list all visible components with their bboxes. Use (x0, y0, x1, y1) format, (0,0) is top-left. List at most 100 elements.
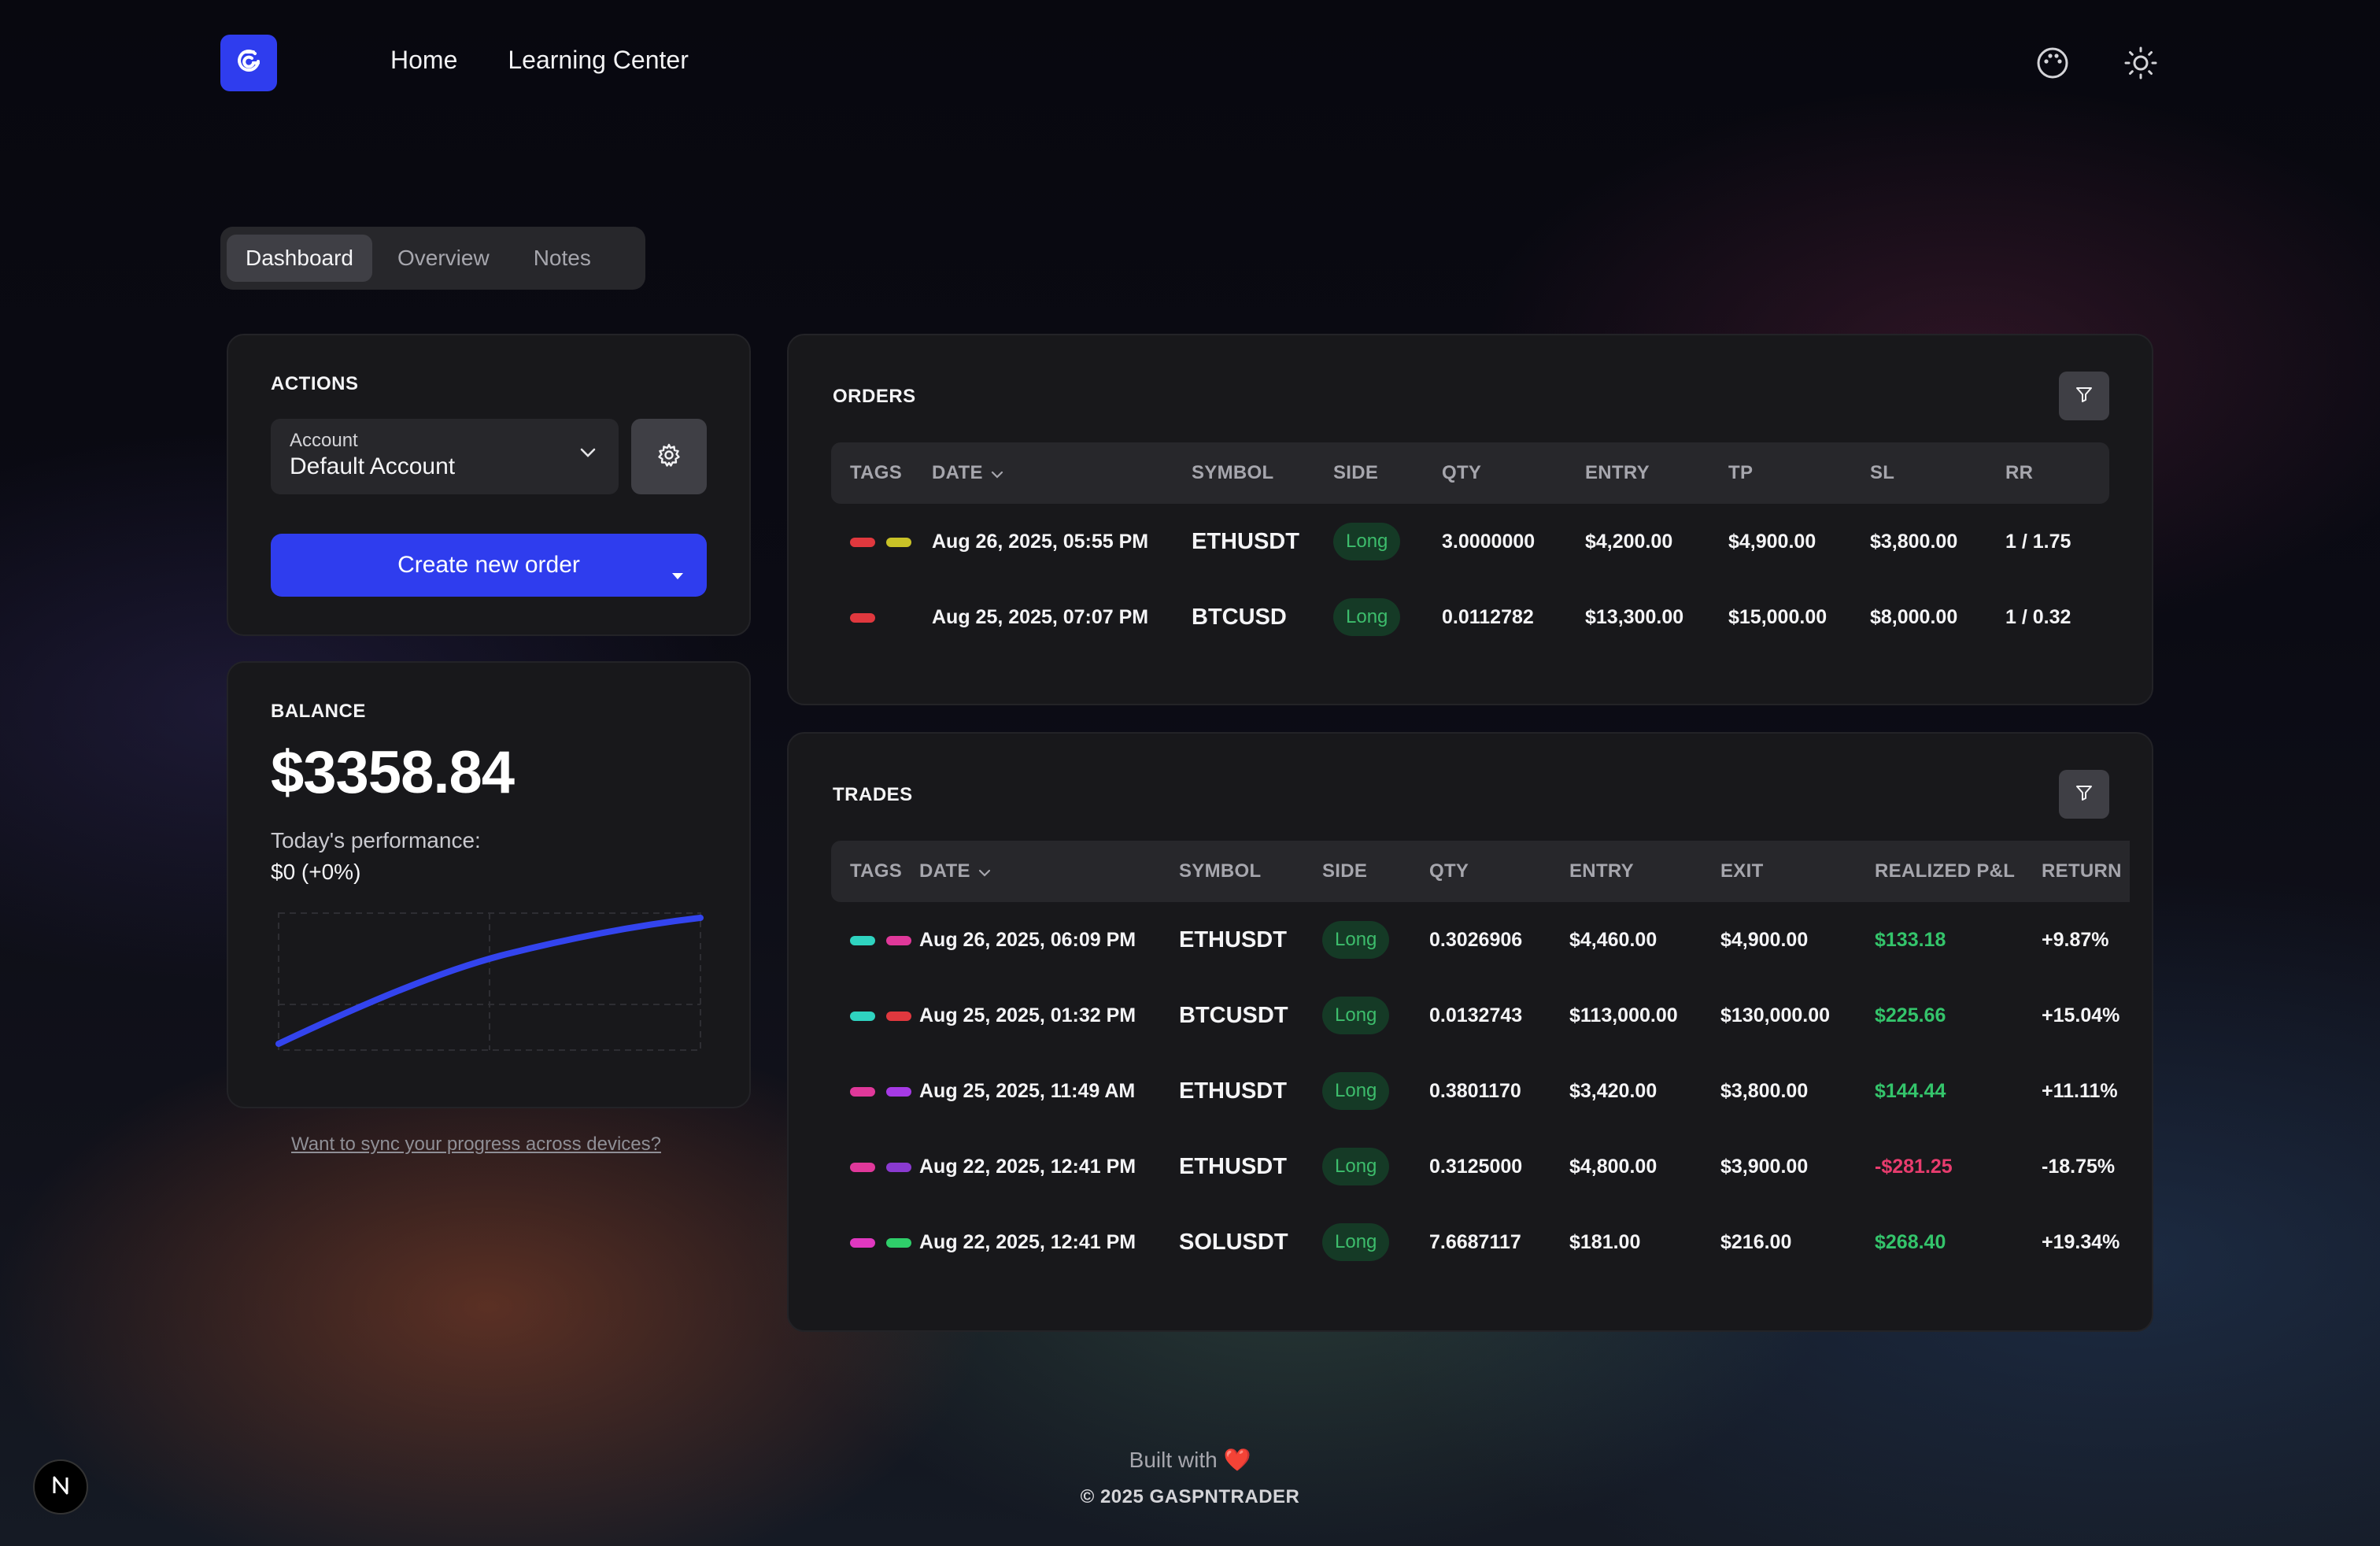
orders-card: ORDERS TAGS DATE SYMBOL SIDE QTY ENTRY T… (787, 334, 2153, 705)
trades-table-wrap[interactable]: TAGS DATE SYMBOL SIDE QTY ENTRY EXIT REA… (831, 841, 2130, 1280)
trades-body: Aug 26, 2025, 06:09 PM ETHUSDT Long 0.30269… (831, 902, 2130, 1280)
side-cell: Long (1322, 902, 1429, 978)
performance-label: Today's performance: (271, 828, 481, 853)
tag-dot (886, 935, 911, 945)
qty-cell: 7.6687117 (1429, 1230, 1521, 1253)
swirl-logo-icon (235, 47, 263, 80)
col-date[interactable]: DATE (932, 442, 1192, 504)
heart-icon: ❤️ (1223, 1448, 1251, 1472)
side-badge: Long (1322, 1148, 1390, 1185)
qty-cell: 3.0000000 (1442, 530, 1536, 553)
qty-cell: 0.0112782 (1442, 605, 1534, 628)
sync-progress-link[interactable]: Want to sync your progress across device… (291, 1134, 661, 1156)
palette-icon[interactable] (2034, 44, 2071, 82)
rr-cell: 1 / 0.32 (2005, 605, 2071, 628)
trades-filter-button[interactable] (2059, 770, 2109, 819)
col-realized-pnl: REALIZED P&L (1875, 841, 2042, 902)
tag-dot (886, 1162, 911, 1172)
qty-cell: 0.3801170 (1429, 1079, 1521, 1102)
actions-title: ACTIONS (271, 373, 359, 394)
tag-dot (850, 537, 875, 547)
side-cell: Long (1322, 1204, 1429, 1280)
table-row[interactable]: Aug 22, 2025, 12:41 PM ETHUSDT Long 0.31250… (831, 1129, 2130, 1204)
caret-down-icon[interactable] (671, 560, 685, 587)
side-badge: Long (1322, 1072, 1390, 1110)
sl-cell: $3,800.00 (1870, 530, 1958, 553)
tags-cell (831, 1129, 919, 1204)
nav-learning-center[interactable]: Learning Center (508, 46, 688, 75)
symbol-cell: ETHUSDT (1192, 528, 1299, 554)
date-cell: Aug 26, 2025, 06:09 PM (919, 928, 1136, 951)
col-qty: QTY (1442, 442, 1585, 504)
orders-title: ORDERS (833, 386, 916, 407)
col-side: SIDE (1333, 442, 1442, 504)
dev-tools-badge[interactable] (33, 1459, 88, 1515)
entry-cell: $4,460.00 (1569, 928, 1658, 951)
orders-body: Aug 26, 2025, 05:55 PM ETHUSDT Long 3.00000… (831, 504, 2109, 655)
account-select[interactable]: Account Default Account (271, 419, 619, 494)
return-cell: +9.87% (2042, 928, 2109, 951)
col-entry: ENTRY (1585, 442, 1728, 504)
app-logo[interactable] (220, 35, 277, 91)
orders-filter-button[interactable] (2059, 372, 2109, 420)
col-date[interactable]: DATE (919, 841, 1179, 902)
col-entry: ENTRY (1569, 841, 1720, 902)
date-cell: Aug 26, 2025, 05:55 PM (932, 530, 1149, 553)
side-badge: Long (1322, 921, 1390, 959)
symbol-cell: ETHUSDT (1179, 1153, 1287, 1179)
col-sl: SL (1870, 442, 2005, 504)
sort-chevron-icon[interactable] (978, 860, 991, 882)
account-settings-button[interactable] (631, 419, 707, 494)
tags-cell (831, 978, 919, 1053)
tab-dashboard[interactable]: Dashboard (227, 235, 372, 282)
tp-cell: $15,000.00 (1728, 605, 1828, 628)
symbol-cell: BTCUSDT (1179, 1002, 1288, 1028)
return-cell: +15.04% (2042, 1004, 2120, 1026)
symbol-cell: ETHUSDT (1179, 926, 1287, 952)
tag-dot (850, 935, 875, 945)
col-return: RETURN (2042, 841, 2130, 902)
return-cell: +11.11% (2042, 1079, 2118, 1102)
tag-dot (850, 1086, 875, 1097)
tags-cell (831, 902, 919, 978)
filter-icon (2075, 385, 2094, 408)
col-exit: EXIT (1720, 841, 1875, 902)
copyright-text: © 2025 GASPNTRADER (1080, 1486, 1300, 1507)
pnl-cell: $133.18 (1875, 928, 1946, 951)
table-row[interactable]: Aug 25, 2025, 11:49 AM ETHUSDT Long 0.38011… (831, 1053, 2130, 1129)
sort-chevron-icon[interactable] (991, 462, 1003, 484)
tab-overview[interactable]: Overview (379, 235, 508, 282)
tag-dot (886, 1237, 911, 1248)
side-badge: Long (1333, 598, 1401, 636)
actions-card: ACTIONS Account Default Account Create n… (227, 334, 751, 636)
entry-cell: $181.00 (1569, 1230, 1641, 1253)
return-cell: -18.75% (2042, 1155, 2116, 1178)
sun-icon[interactable] (2122, 44, 2160, 82)
date-cell: Aug 25, 2025, 11:49 AM (919, 1079, 1136, 1102)
table-row[interactable]: Aug 26, 2025, 05:55 PM ETHUSDT Long 3.00000… (831, 504, 2109, 579)
tag-dot (850, 1162, 875, 1172)
nav-home[interactable]: Home (390, 46, 457, 75)
table-row[interactable]: Aug 26, 2025, 06:09 PM ETHUSDT Long 0.30269… (831, 902, 2130, 978)
filter-icon (2075, 783, 2094, 806)
create-order-button[interactable]: Create new order (271, 534, 707, 597)
table-row[interactable]: Aug 25, 2025, 07:07 PM BTCUSD Long 0.011278… (831, 579, 2109, 655)
qty-cell: 0.3125000 (1429, 1155, 1523, 1178)
entry-cell: $3,420.00 (1569, 1079, 1658, 1102)
tab-notes[interactable]: Notes (515, 235, 610, 282)
side-badge: Long (1333, 523, 1401, 560)
entry-cell: $113,000.00 (1569, 1004, 1678, 1026)
tag-dot (850, 1011, 875, 1021)
table-row[interactable]: Aug 25, 2025, 01:32 PM BTCUSDT Long 0.01327… (831, 978, 2130, 1053)
side-cell: Long (1322, 1129, 1429, 1204)
performance-value: $0 (+0%) (271, 860, 361, 884)
balance-sparkline (275, 912, 704, 1051)
side-badge: Long (1322, 997, 1390, 1034)
tags-cell (831, 1053, 919, 1129)
entry-cell: $4,200.00 (1585, 530, 1673, 553)
entry-cell: $13,300.00 (1585, 605, 1684, 628)
trades-header-row: TAGS DATE SYMBOL SIDE QTY ENTRY EXIT REA… (831, 841, 2130, 902)
table-row[interactable]: Aug 22, 2025, 12:41 PM SOLUSDT Long 7.66871… (831, 1204, 2130, 1280)
trades-title: TRADES (833, 784, 913, 805)
exit-cell: $3,800.00 (1720, 1079, 1809, 1102)
